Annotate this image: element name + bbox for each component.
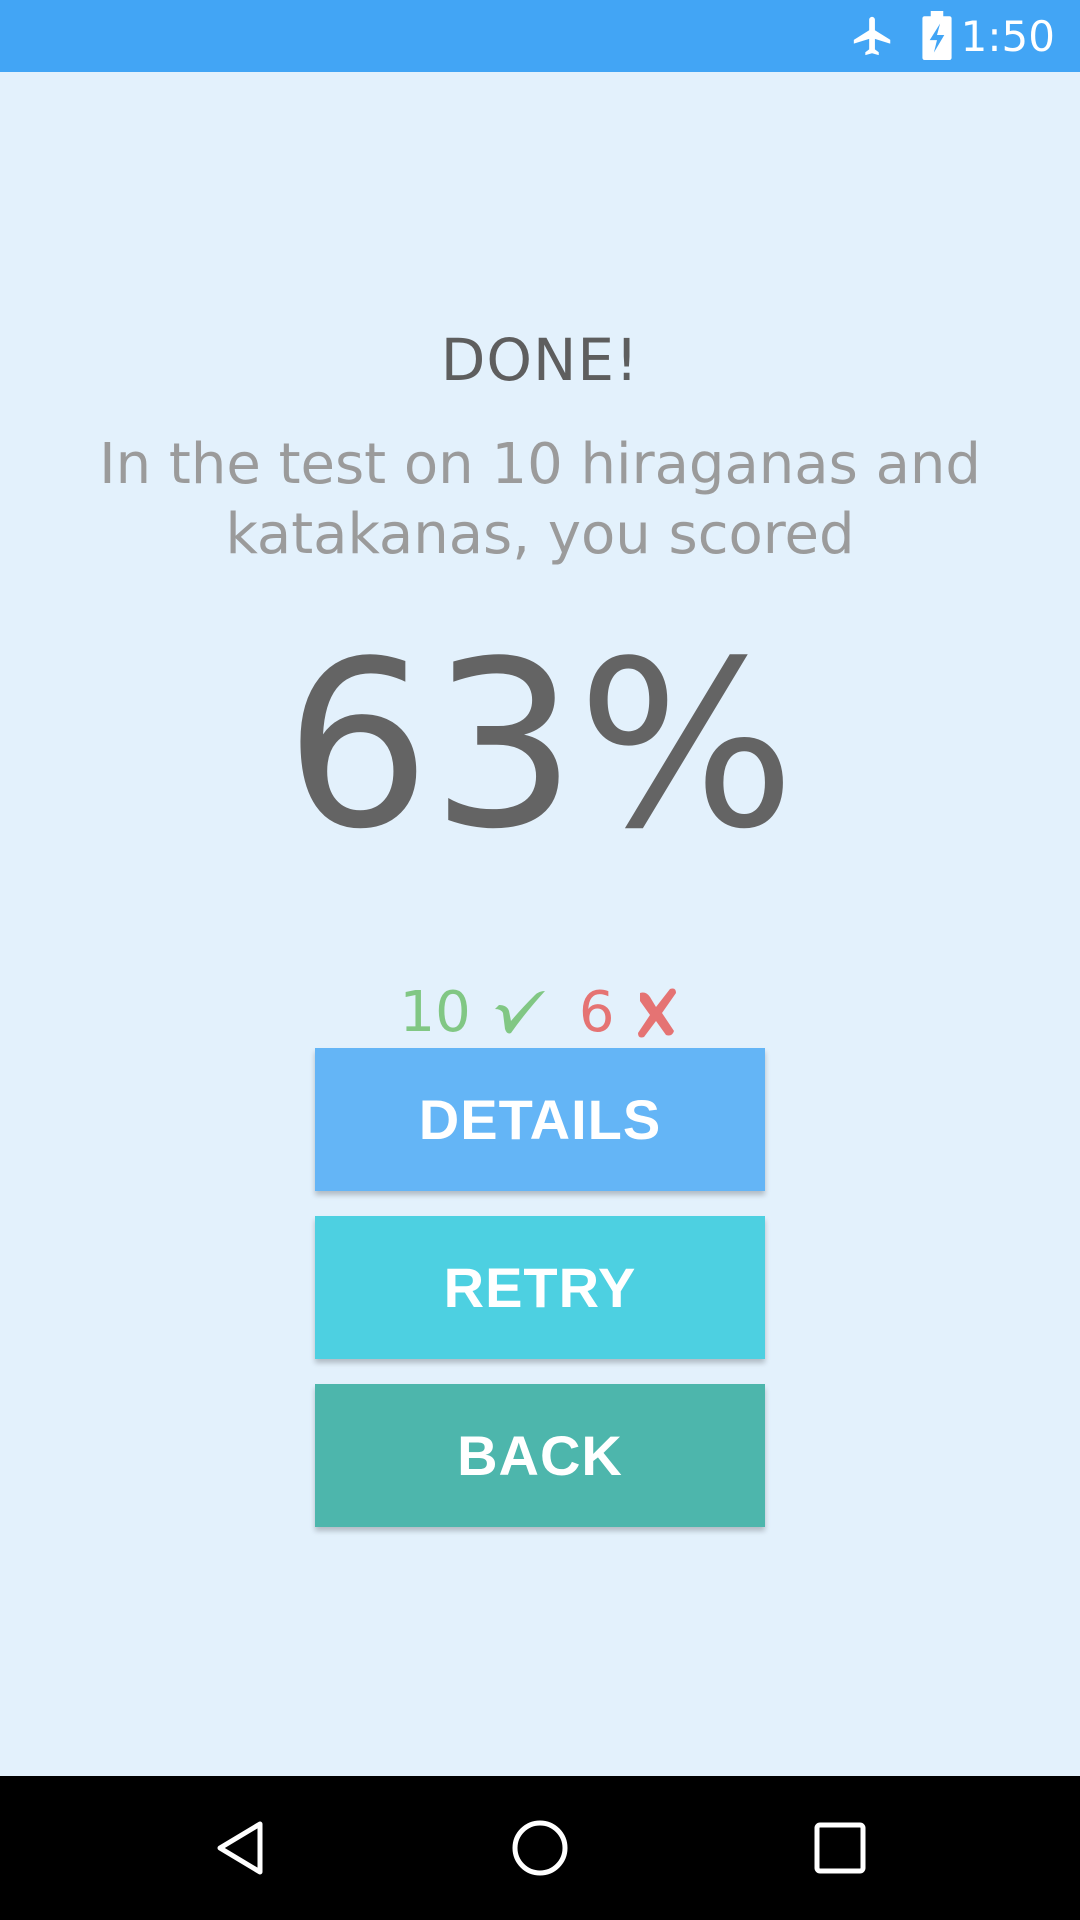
cross-mark-icon <box>634 983 680 1041</box>
recents-square-icon[interactable] <box>780 1776 900 1920</box>
score-percentage: 63% <box>284 613 796 880</box>
navigation-bar <box>0 1776 1080 1920</box>
airplane-mode-icon <box>850 0 896 72</box>
result-screen: DONE! In the test on 10 hiraganas and ka… <box>0 72 1080 1776</box>
wrong-count: 6 <box>578 979 615 1045</box>
home-circle-icon[interactable] <box>480 1776 600 1920</box>
back-triangle-icon[interactable] <box>180 1776 300 1920</box>
status-time: 1:50 <box>960 12 1055 61</box>
result-description: In the test on 10 hiraganas and katakana… <box>99 432 981 567</box>
status-bar: 1:50 <box>0 0 1080 72</box>
answer-tally: 10 6 <box>0 972 1080 1052</box>
page-title: DONE! <box>440 326 640 394</box>
back-button[interactable]: BACK <box>315 1384 765 1527</box>
correct-count: 10 <box>399 979 471 1045</box>
retry-button[interactable]: RETRY <box>315 1216 765 1359</box>
check-mark-icon <box>491 983 549 1041</box>
details-button[interactable]: DETAILS <box>315 1048 765 1191</box>
battery-charging-icon <box>918 0 956 72</box>
